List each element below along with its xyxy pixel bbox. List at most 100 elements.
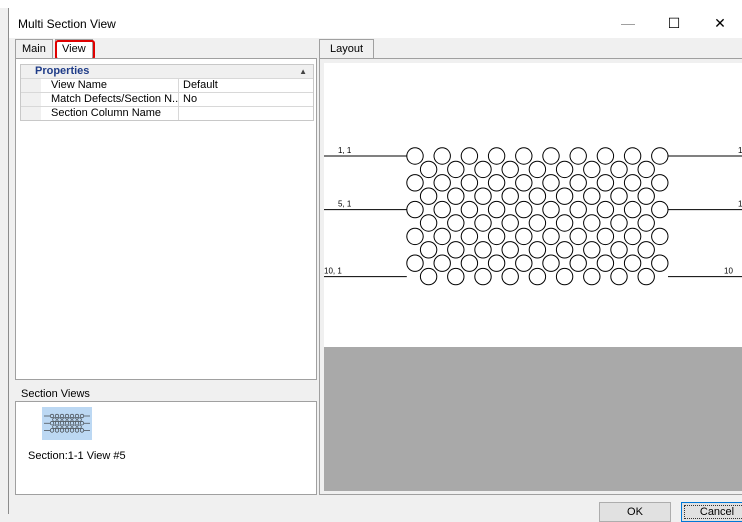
collapse-icon[interactable]: ▲ — [299, 65, 307, 78]
conductor-circle — [501, 241, 519, 259]
section-view-label[interactable]: Section:1-1 View #5 — [28, 450, 126, 462]
conductor-circle — [610, 160, 628, 179]
conductor-circle — [569, 200, 587, 219]
conductor-circle — [501, 267, 519, 286]
property-grid: Properties ▲ View Name Default Match Def… — [20, 64, 314, 121]
property-value[interactable] — [179, 107, 313, 120]
conductor-circle — [474, 160, 492, 179]
section-view-thumbnail[interactable] — [42, 407, 92, 440]
conductor-circle — [515, 174, 533, 192]
section-thumbnail-icon — [44, 413, 90, 433]
conductor-circle — [406, 174, 424, 192]
thumbnail-circle — [62, 424, 67, 429]
conductor-circle — [474, 241, 492, 259]
conductor-circle — [487, 200, 506, 219]
conductor-circle — [433, 174, 451, 192]
thumbnail-circle — [72, 424, 77, 429]
conductor-circle — [474, 267, 492, 286]
conductor-circle — [623, 147, 642, 165]
conductor-circle — [419, 187, 438, 205]
conductor-circle — [637, 214, 655, 232]
conductor-circle — [596, 147, 615, 165]
row-label-right: 10 — [724, 267, 733, 276]
close-icon[interactable]: ✕ — [697, 8, 742, 38]
tab-layout[interactable]: Layout — [319, 39, 375, 58]
conductor-circle — [623, 174, 642, 192]
cancel-button[interactable]: Cancel — [681, 502, 742, 522]
conductor-circle — [596, 200, 615, 219]
conductor-circle — [583, 267, 601, 286]
conductor-circle — [569, 227, 587, 246]
conductor-circle — [596, 254, 615, 272]
property-row[interactable]: Section Column Name — [21, 106, 313, 120]
conductor-circle — [528, 267, 547, 286]
thumbnail-circle — [77, 424, 82, 429]
thumbnail-circle — [54, 421, 60, 426]
conductor-circle — [637, 187, 655, 205]
property-name: View Name — [41, 79, 179, 92]
thumbnail-circle — [77, 417, 82, 422]
conductor-circle — [447, 241, 465, 259]
conductor-circle — [637, 241, 655, 259]
conductor-circle — [542, 200, 560, 219]
conductor-circle — [419, 267, 438, 286]
property-value[interactable]: No — [179, 93, 313, 106]
conductor-circle — [419, 160, 438, 179]
conductor-circle — [623, 200, 642, 219]
thumbnail-circle — [74, 428, 80, 433]
cropped-top-strip — [0, 0, 742, 8]
layout-canvas[interactable]: 1, 1 1 5, 1 1 10, 1 10 — [324, 63, 742, 491]
conductor-circle — [542, 147, 560, 165]
thumbnail-circle — [69, 413, 75, 419]
conductor-circle — [637, 160, 655, 179]
cross-section-diagram: 1, 1 1 5, 1 1 10, 1 10 — [324, 146, 742, 286]
conductor-circle — [569, 254, 587, 272]
property-row[interactable]: View Name Default — [21, 78, 313, 92]
conductor-circle — [569, 147, 587, 165]
thumbnail-circle — [79, 413, 85, 419]
ok-button[interactable]: OK — [599, 502, 671, 522]
conductor-circle — [583, 187, 601, 205]
conductor-circle — [555, 267, 574, 286]
tab-main[interactable]: Main — [15, 39, 53, 58]
thumbnail-circle — [59, 428, 65, 433]
thumbnail-circle — [59, 413, 65, 419]
conductor-circle — [542, 227, 560, 246]
conductor-circle — [433, 227, 451, 246]
conductor-circle — [406, 227, 424, 246]
conductor-circle — [406, 147, 424, 165]
conductor-circle — [433, 147, 451, 165]
conductor-circle — [515, 200, 533, 219]
row-label-right: 1 — [738, 200, 742, 209]
thumbnail-circle — [74, 413, 80, 419]
properties-category[interactable]: Properties ▲ — [21, 65, 313, 78]
conductor-circle — [610, 241, 628, 259]
conductor-circle — [528, 160, 547, 179]
conductor-circle — [515, 254, 533, 272]
conductor-circle — [569, 174, 587, 192]
conductor-circle — [515, 227, 533, 246]
thumbnail-circle — [54, 428, 60, 433]
conductor-circle — [528, 241, 547, 259]
row-label-left: 1, 1 — [338, 146, 352, 155]
minimize-icon[interactable]: — — [605, 8, 651, 38]
thumbnail-circle — [57, 424, 62, 429]
conductor-circle — [474, 214, 492, 232]
conductor-circle — [447, 160, 465, 179]
thumbnail-circle — [52, 417, 57, 422]
maximize-icon[interactable]: ☐ — [651, 8, 697, 38]
row-label-right: 1 — [738, 146, 742, 155]
conductor-circle — [555, 241, 574, 259]
conductor-circle — [460, 227, 479, 246]
conductor-circle — [596, 174, 615, 192]
conductor-circle — [487, 147, 506, 165]
conductor-circle — [447, 267, 465, 286]
conductor-circle — [460, 147, 479, 165]
thumbnail-circle — [64, 428, 70, 433]
conductor-circle — [515, 147, 533, 165]
property-row[interactable]: Match Defects/Section N... No — [21, 92, 313, 106]
thumbnail-circle — [79, 421, 85, 426]
conductor-circle — [596, 227, 615, 246]
property-value[interactable]: Default — [179, 79, 313, 92]
conductor-circle — [460, 174, 479, 192]
